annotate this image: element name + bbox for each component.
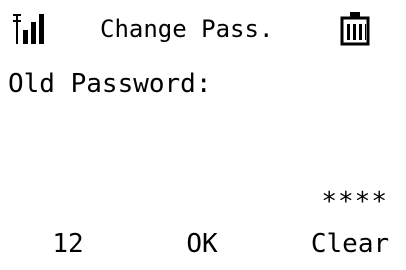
battery-full-icon (340, 12, 370, 46)
password-entry-field[interactable]: **** (321, 186, 388, 218)
old-password-label: Old Password: (8, 69, 212, 99)
signal-strength-icon (13, 14, 44, 44)
ok-softkey[interactable]: OK (162, 226, 242, 262)
screen-title: Change Pass. (100, 15, 274, 43)
phone-screen: Change Pass. Old Password: **** 12 OK Cl… (0, 0, 406, 270)
input-mode-softkey[interactable]: 12 (32, 226, 104, 262)
clear-softkey[interactable]: Clear (304, 226, 396, 262)
softkey-bar: 12 OK Clear (0, 226, 406, 266)
status-bar: Change Pass. (0, 0, 406, 58)
